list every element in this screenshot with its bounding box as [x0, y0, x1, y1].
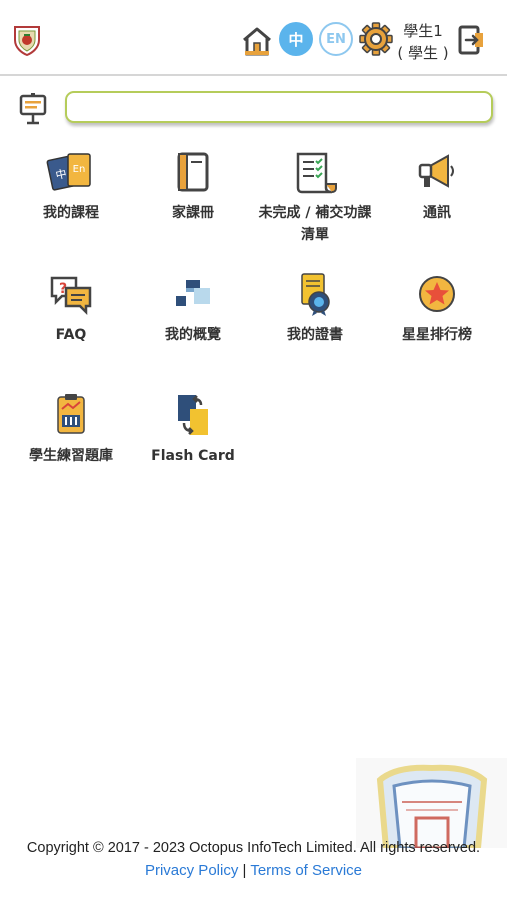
menu-item-my-certificates[interactable]: 我的證書	[254, 272, 376, 346]
menu-item-communication[interactable]: 通訊	[376, 150, 498, 224]
language-english-button[interactable]: EN	[319, 22, 353, 56]
menu-item-outstanding-homework[interactable]: 未完成 / 補交功課清單	[254, 150, 376, 246]
school-emblem-watermark	[356, 758, 507, 848]
menu-item-label: 家課冊	[172, 205, 214, 221]
notebook-icon	[177, 152, 209, 192]
user-role: ( 學生 )	[397, 44, 449, 62]
menu-item-my-courses[interactable]: 中 En 我的課程	[10, 150, 132, 224]
menu-item-star-ranking[interactable]: 星星排行榜	[376, 272, 498, 346]
logout-icon[interactable]	[455, 24, 487, 56]
menu-item-flash-card[interactable]: Flash Card	[132, 393, 254, 467]
copyright-text: Copyright © 2017 - 2023 Octopus InfoTech…	[26, 840, 481, 856]
link-separator: |	[242, 862, 247, 879]
flash-card-icon	[178, 395, 208, 435]
books-icon: 中 En	[46, 153, 91, 191]
menu-item-label: 我的課程	[43, 205, 99, 221]
gear-icon[interactable]	[359, 22, 393, 56]
menu-item-label: 學生練習題庫	[29, 448, 113, 464]
header-divider	[0, 74, 507, 76]
star-badge-icon	[419, 276, 455, 312]
menu-item-label: 我的概覽	[165, 327, 221, 343]
footer-links: Privacy Policy | Terms of Service	[0, 862, 507, 879]
faq-chat-icon: ?	[50, 276, 92, 316]
home-icon[interactable]	[240, 24, 274, 58]
search-input[interactable]	[65, 91, 493, 123]
user-name: 學生1	[403, 22, 443, 40]
menu-item-label: 星星排行榜	[402, 327, 472, 343]
menu-item-faq[interactable]: ? FAQ	[10, 272, 132, 346]
question-bank-icon	[57, 394, 85, 434]
svg-text:En: En	[73, 164, 86, 175]
notice-board-icon[interactable]	[18, 92, 48, 126]
menu-item-my-overview[interactable]: 我的概覽	[132, 272, 254, 346]
megaphone-icon	[418, 154, 454, 188]
terms-of-service-link[interactable]: Terms of Service	[250, 862, 362, 879]
menu-item-label: FAQ	[55, 327, 87, 343]
menu-item-question-bank[interactable]: 學生練習題庫	[10, 393, 132, 467]
menu-item-label: 未完成 / 補交功課清單	[258, 205, 372, 243]
school-crest-icon[interactable]	[12, 24, 42, 56]
menu-item-label: 我的證書	[287, 327, 343, 343]
menu-item-homework-book[interactable]: 家課冊	[132, 150, 254, 224]
search-row	[0, 88, 507, 128]
menu-item-label: 通訊	[423, 205, 451, 221]
certificate-icon	[301, 273, 330, 316]
overview-blocks-icon	[176, 280, 210, 306]
menu-item-label: Flash Card	[151, 448, 235, 464]
top-bar: 中 EN 學生1 ( 學生 )	[0, 0, 507, 75]
language-chinese-button[interactable]: 中	[279, 22, 313, 56]
privacy-policy-link[interactable]: Privacy Policy	[145, 862, 238, 879]
checklist-icon	[296, 152, 337, 194]
